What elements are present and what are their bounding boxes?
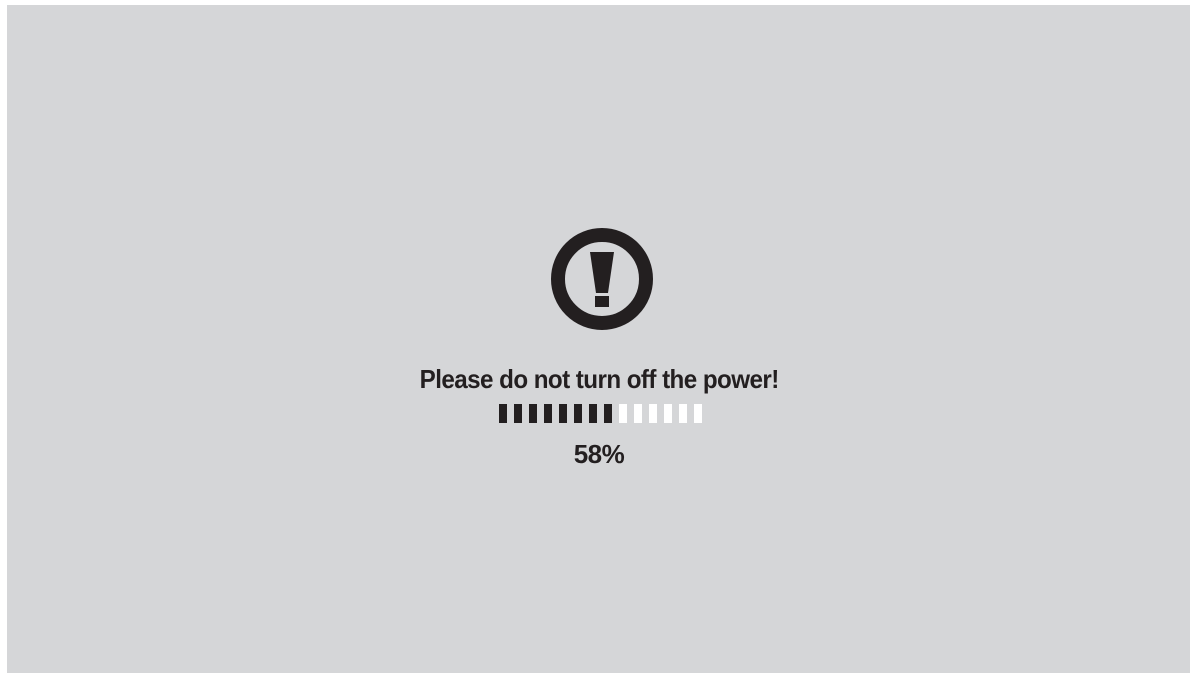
progress-segment-filled (559, 404, 567, 423)
progress-segment-empty (679, 404, 687, 423)
progress-segment-filled (604, 404, 612, 423)
progress-segment-filled (514, 404, 522, 423)
progress-segment-empty (649, 404, 657, 423)
progress-segment-filled (589, 404, 597, 423)
progress-segment-empty (634, 404, 642, 423)
progress-segment-empty (664, 404, 672, 423)
progress-segment-filled (529, 404, 537, 423)
power-warning-message: Please do not turn off the power! (419, 364, 780, 394)
progress-segment-filled (499, 404, 507, 423)
progress-segment-filled (574, 404, 582, 423)
progress-segment-empty (619, 404, 627, 423)
progress-segment-filled (544, 404, 552, 423)
progress-segment-empty (694, 404, 702, 423)
exclamation-circle-icon (551, 228, 653, 330)
progress-percent-label: 58% (573, 439, 625, 469)
update-screen: Please do not turn off the power! 58% (7, 5, 1190, 673)
progress-bar (499, 404, 709, 423)
